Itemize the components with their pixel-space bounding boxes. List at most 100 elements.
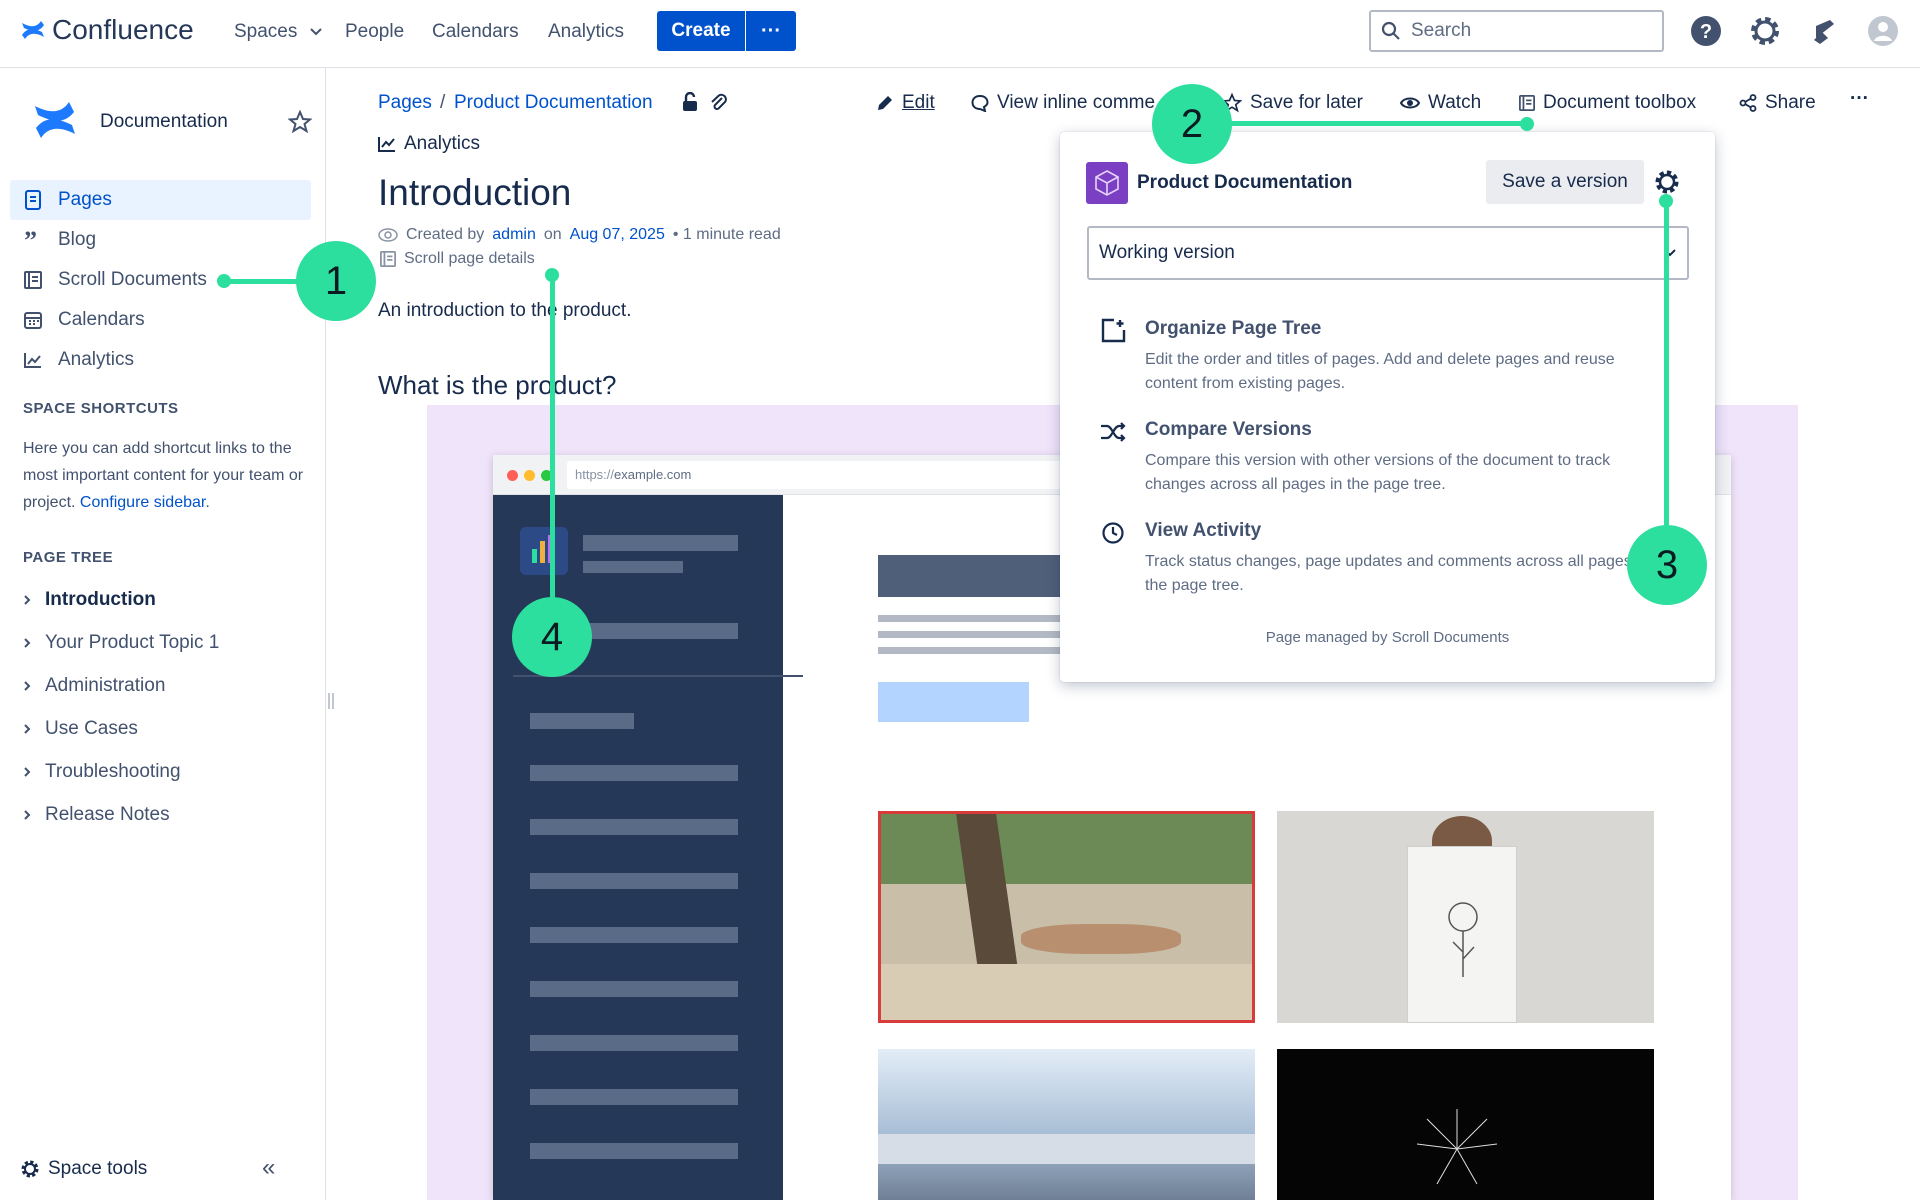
document-toolbox-button[interactable]: Document toolbox xyxy=(1519,92,1696,114)
chevron-right-icon[interactable] xyxy=(23,680,31,692)
drawing-photo xyxy=(1277,811,1654,1023)
chevron-right-icon[interactable] xyxy=(23,723,31,735)
url-bar: https://example.com xyxy=(567,461,1107,489)
callout-1: 1 xyxy=(296,241,376,321)
document-toolbox-popup: Product Documentation Save a version Wor… xyxy=(1060,132,1715,682)
svg-text:”: ” xyxy=(24,230,37,250)
breadcrumb-current[interactable]: Product Documentation xyxy=(454,92,653,114)
date-link[interactable]: Aug 07, 2025 xyxy=(570,226,665,244)
version-select[interactable]: Working version xyxy=(1087,226,1689,280)
document-toolbox-label: Document toolbox xyxy=(1543,92,1697,113)
document-icon xyxy=(24,271,42,289)
mockup-line xyxy=(530,1089,738,1105)
create-button[interactable]: Create xyxy=(657,11,745,51)
scroll-page-details-link[interactable]: Scroll page details xyxy=(380,250,535,268)
tree-item-use-cases[interactable]: Use Cases xyxy=(23,714,138,744)
nav-spaces[interactable]: Spaces xyxy=(234,21,323,43)
read-time: • 1 minute read xyxy=(672,226,781,243)
star-icon[interactable] xyxy=(288,110,312,134)
tree-item-label: Your Product Topic 1 xyxy=(45,632,220,653)
nav-people[interactable]: People xyxy=(345,21,404,43)
intro-paragraph: An introduction to the product. xyxy=(378,300,632,321)
view-inline-comments-button[interactable]: View inline comme xyxy=(971,92,1155,114)
logo-bar xyxy=(540,541,545,563)
space-tools-button[interactable]: Space tools xyxy=(20,1158,147,1180)
chevron-right-icon[interactable] xyxy=(23,766,31,778)
mockup-logo xyxy=(520,527,568,575)
on-text: on xyxy=(543,226,562,243)
more-actions-button[interactable]: ··· xyxy=(1850,88,1869,110)
mockup-line xyxy=(530,819,738,835)
notification-bell-icon[interactable] xyxy=(1808,14,1842,48)
chevron-down-icon xyxy=(309,28,322,36)
mockup-line xyxy=(583,561,683,573)
document-icon xyxy=(1519,95,1535,111)
chevron-right-icon[interactable] xyxy=(23,809,31,821)
flower-drawing xyxy=(1448,902,1478,977)
view-activity-link[interactable]: View Activity xyxy=(1145,520,1261,542)
mockup-line xyxy=(530,1035,738,1051)
sidebar-item-analytics[interactable]: Analytics xyxy=(10,340,311,380)
watch-button[interactable]: Watch xyxy=(1400,92,1481,114)
chevron-right-icon[interactable] xyxy=(23,594,31,606)
page-icon xyxy=(25,190,41,210)
page-byline: Created by admin on Aug 07, 2025 • 1 min… xyxy=(378,226,781,244)
eye-icon xyxy=(1400,97,1420,109)
sidebar-item-blog[interactable]: ” Blog xyxy=(10,220,311,260)
callout-4: 4 xyxy=(512,597,592,677)
edit-button[interactable]: Edit xyxy=(876,92,935,114)
tree-item-your-product-topic[interactable]: Your Product Topic 1 xyxy=(23,628,219,658)
nav-calendars[interactable]: Calendars xyxy=(432,21,519,43)
search-input[interactable]: Search xyxy=(1369,10,1664,52)
document-cube-icon xyxy=(1086,162,1128,204)
avatar-icon[interactable] xyxy=(1866,14,1900,48)
compare-shuffle-icon xyxy=(1101,422,1126,442)
hammock-photo xyxy=(878,811,1255,1023)
search-placeholder: Search xyxy=(1411,20,1472,41)
photo-person xyxy=(1021,924,1181,954)
sidebar-item-pages[interactable]: Pages xyxy=(10,180,311,220)
organize-page-tree-link[interactable]: Organize Page Tree xyxy=(1145,318,1321,340)
view-inline-comments-label: View inline comme xyxy=(997,92,1156,113)
tree-item-introduction[interactable]: Introduction xyxy=(23,585,156,615)
page-title: Introduction xyxy=(378,172,572,213)
share-button[interactable]: Share xyxy=(1739,92,1816,114)
tree-item-troubleshooting[interactable]: Troubleshooting xyxy=(23,757,181,787)
section-heading: What is the product? xyxy=(378,370,617,400)
sidebar-resize-handle[interactable] xyxy=(328,693,334,709)
author-link[interactable]: admin xyxy=(492,226,536,244)
gear-icon[interactable] xyxy=(1748,14,1782,48)
space-name[interactable]: Documentation xyxy=(100,111,228,133)
compare-versions-link[interactable]: Compare Versions xyxy=(1145,419,1312,441)
chevron-right-icon[interactable] xyxy=(23,637,31,649)
nav-analytics[interactable]: Analytics xyxy=(548,21,624,43)
callout-1-line xyxy=(224,279,304,284)
sidebar-item-calendars[interactable]: Calendars xyxy=(10,300,311,340)
shortcuts-text-end: . xyxy=(205,494,210,511)
page-analytics-link[interactable]: Analytics xyxy=(378,133,480,155)
attachment-icon[interactable] xyxy=(709,92,727,112)
close-dot xyxy=(507,470,518,481)
callout-2: 2 xyxy=(1152,84,1232,164)
save-for-later-button[interactable]: Save for later xyxy=(1222,92,1363,114)
unlock-icon[interactable] xyxy=(681,92,699,112)
tree-item-label: Introduction xyxy=(45,589,156,610)
mountain-photo xyxy=(878,1049,1255,1200)
space-sidebar: Documentation Pages ” Blog Scroll Docume… xyxy=(0,68,334,1200)
tree-item-release-notes[interactable]: Release Notes xyxy=(23,800,170,830)
svg-text:?: ? xyxy=(1700,21,1712,43)
configure-sidebar-link[interactable]: Configure sidebar xyxy=(80,494,205,511)
create-more-button[interactable]: ··· xyxy=(746,11,796,51)
collapse-sidebar-button[interactable]: « xyxy=(262,1154,275,1182)
mockup-line xyxy=(530,765,738,781)
url-domain: example.com xyxy=(614,467,692,482)
tree-item-administration[interactable]: Administration xyxy=(23,671,165,701)
scroll-page-details-label: Scroll page details xyxy=(404,250,535,267)
organize-page-tree-desc: Edit the order and titles of pages. Add … xyxy=(1145,351,1615,392)
help-icon[interactable]: ? xyxy=(1689,14,1723,48)
breadcrumb-pages[interactable]: Pages xyxy=(378,92,432,114)
save-version-button[interactable]: Save a version xyxy=(1486,160,1644,204)
chart-icon xyxy=(24,353,41,368)
confluence-logo[interactable]: Confluence xyxy=(20,14,194,46)
gear-icon[interactable] xyxy=(1653,168,1681,196)
